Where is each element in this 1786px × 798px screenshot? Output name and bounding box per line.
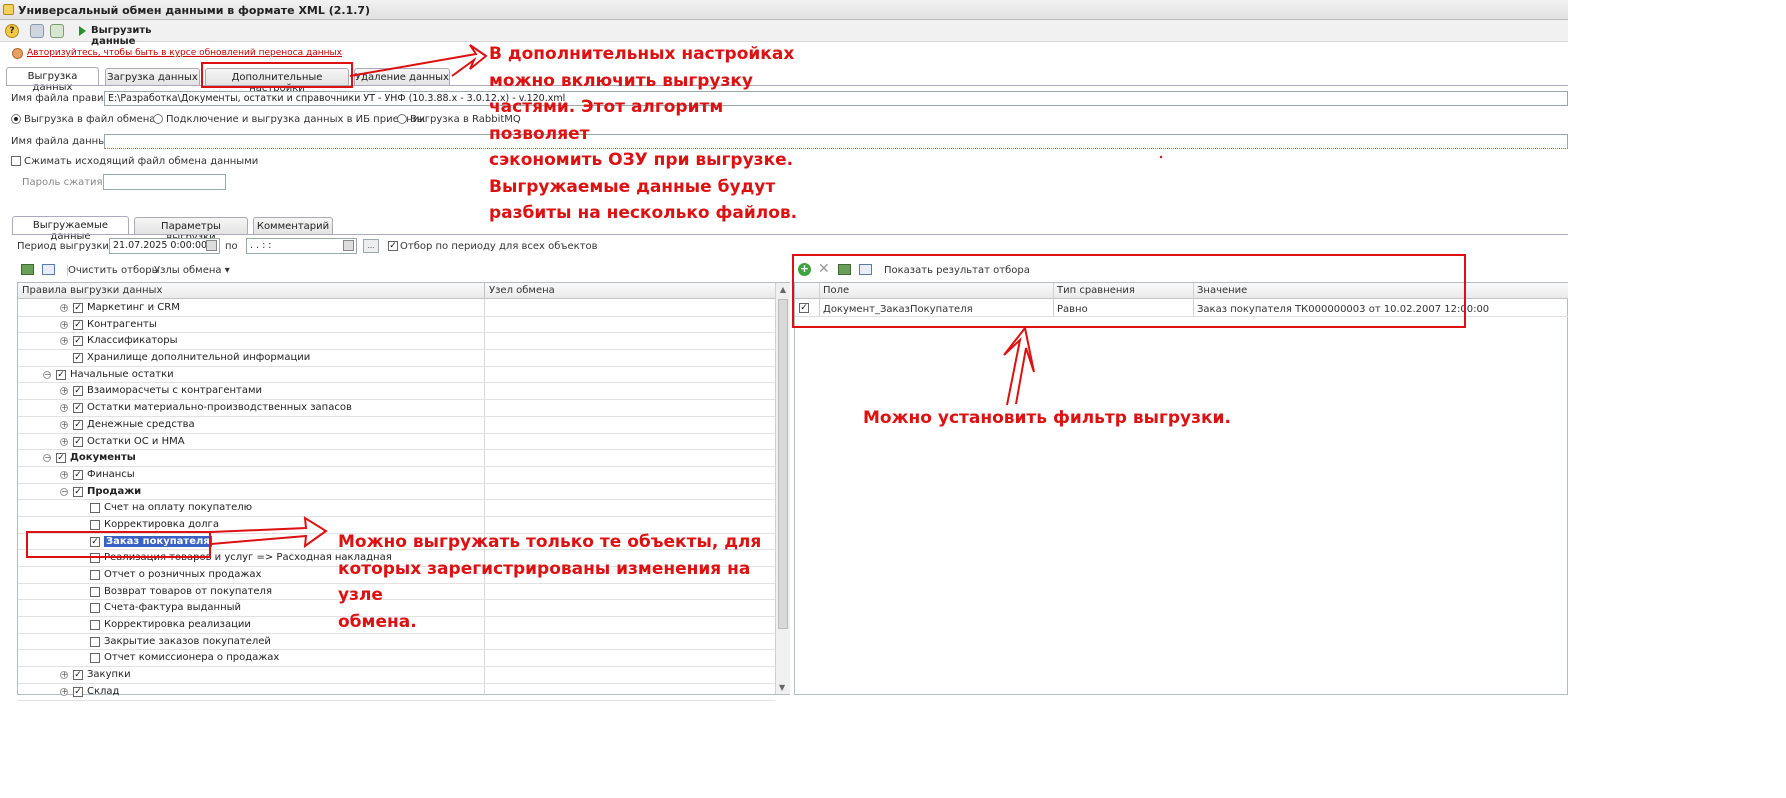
arrow-to-tabs: [349, 44, 488, 77]
arrow-to-filter: [1003, 325, 1035, 406]
annotation-top: В дополнительных настройках можно включи…: [489, 44, 798, 223]
annotation-filter: Можно установить фильтр выгрузки.: [863, 408, 1231, 428]
arrow-to-order: [210, 516, 328, 549]
stray-dot: [1159, 155, 1163, 159]
annotation-bottom: Можно выгружать только те объекты, для к…: [338, 532, 762, 632]
